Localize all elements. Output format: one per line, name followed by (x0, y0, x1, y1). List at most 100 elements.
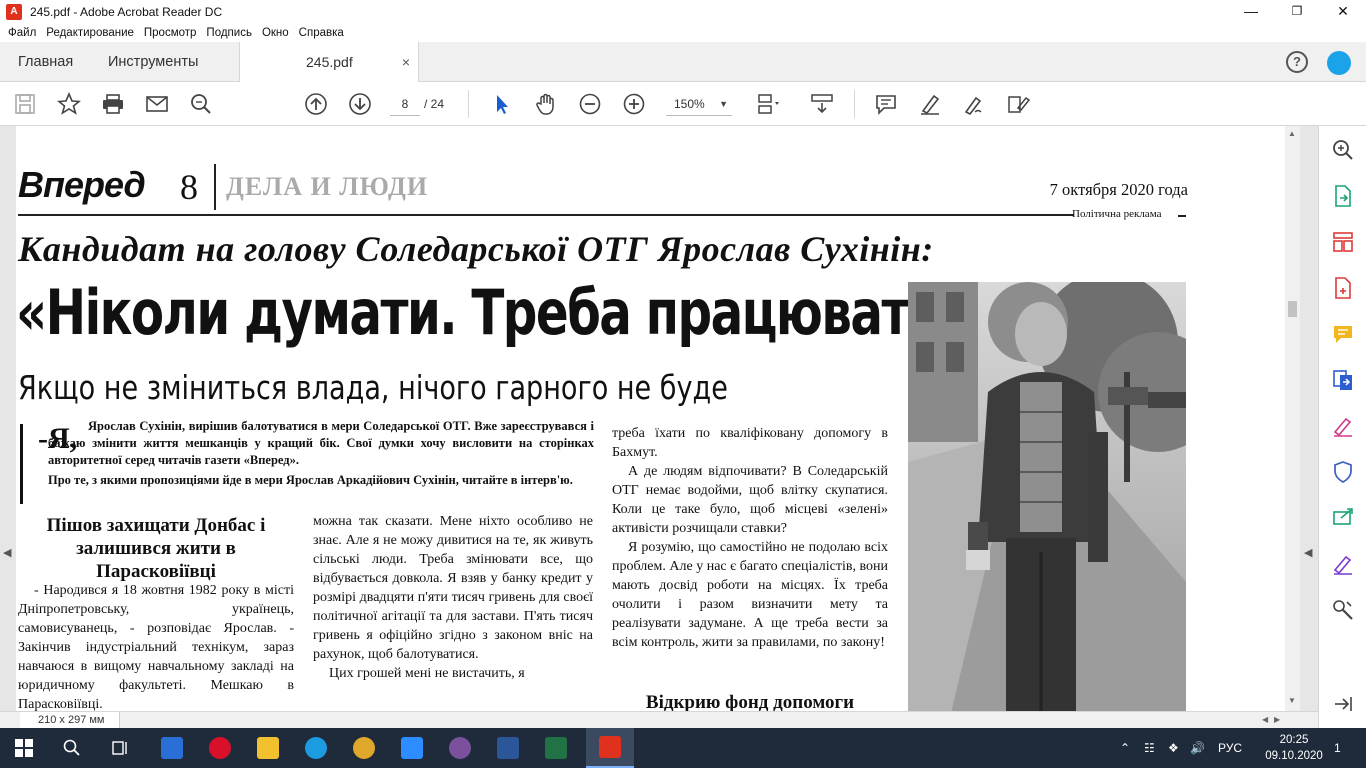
organize-pages-icon[interactable] (1331, 230, 1355, 254)
tools-pane (1318, 126, 1366, 731)
menu-edit[interactable]: Редактирование (46, 27, 134, 39)
fill-and-sign-icon[interactable] (1331, 414, 1355, 438)
close-tab-icon[interactable]: × (402, 42, 410, 82)
comment-panel-icon[interactable] (1331, 322, 1355, 346)
acrobat-taskbar-icon[interactable] (586, 728, 634, 768)
edge-icon[interactable] (292, 728, 340, 768)
previous-page-icon[interactable] (304, 92, 328, 116)
account-avatar[interactable] (1327, 51, 1351, 75)
clock-time: 20:25 (1279, 734, 1309, 746)
protect-shield-icon[interactable] (1331, 460, 1355, 484)
page-display-icon[interactable] (756, 92, 780, 116)
chevron-down-icon: ▼ (719, 99, 728, 109)
document-tab-label: 245.pdf (306, 54, 353, 70)
article-column-2: можна так сказати. Мене ніхто особливо н… (313, 512, 593, 683)
fill-sign-icon[interactable] (1006, 92, 1031, 116)
chrome-icon[interactable] (340, 728, 388, 768)
start-button[interactable] (0, 728, 48, 768)
search-taskbar-icon[interactable] (48, 728, 96, 768)
vertical-scrollbar[interactable]: ▲ ▼ (1285, 126, 1300, 711)
help-icon[interactable]: ? (1286, 51, 1308, 73)
save-icon[interactable] (13, 92, 37, 116)
page-number-input[interactable]: 8 (390, 92, 420, 116)
export-pdf-icon[interactable] (1331, 184, 1355, 208)
masthead-rule (18, 214, 1074, 216)
scroll-up-icon[interactable]: ▲ (1288, 129, 1296, 138)
file-explorer-icon[interactable] (244, 728, 292, 768)
show-hidden-icons-icon[interactable]: ⌃ (1120, 728, 1130, 768)
notifications-badge[interactable]: 1 (1334, 728, 1341, 768)
scrollbar-thumb[interactable] (1288, 301, 1297, 317)
pdf-page: Вперед 8 ДЕЛА И ЛЮДИ 7 октября 2020 года… (16, 126, 1286, 711)
network-icon[interactable]: ☷ (1144, 728, 1155, 768)
promo-dash (1178, 215, 1186, 217)
article-column-1: - Народився я 18 жовтня 1982 року в міст… (18, 581, 294, 711)
windows-taskbar: ⌃ ☷ ❖ 🔊 РУС 20:25 09.10.2020 1 (0, 728, 1366, 768)
close-button[interactable]: ✕ (1320, 0, 1366, 24)
request-signature-icon[interactable] (1331, 552, 1355, 576)
window-title: 245.pdf - Adobe Acrobat Reader DC (30, 5, 223, 19)
viber-icon[interactable] (436, 728, 484, 768)
zoom-out-icon[interactable] (578, 92, 602, 116)
menu-bar: Файл Редактирование Просмотр Подпись Окн… (0, 24, 1366, 42)
zoom-panel-icon[interactable] (1331, 138, 1355, 162)
menu-help[interactable]: Справка (299, 27, 344, 39)
search-icon[interactable] (189, 92, 213, 116)
dropbox-icon[interactable]: ❖ (1168, 728, 1179, 768)
lead-paragraph: Ярослав Сухінін, вирішив балотуватися в … (48, 419, 594, 467)
right-panel-toggle-icon[interactable]: ◀ (1304, 546, 1312, 559)
title-bar: A 245.pdf - Adobe Acrobat Reader DC — ❐ … (0, 0, 1366, 24)
toolbar-divider (854, 90, 855, 118)
zoom-value: 150% (674, 97, 705, 111)
left-panel-toggle-icon[interactable]: ◀ (3, 546, 11, 559)
language-indicator[interactable]: РУС (1218, 728, 1242, 768)
page-size-readout: 210 x 297 мм (20, 712, 120, 728)
sign-icon[interactable] (962, 92, 986, 116)
menu-file[interactable]: Файл (8, 27, 36, 39)
article-subhead: Якщо не зміниться влада, нічого гарного … (18, 368, 728, 407)
create-pdf-icon[interactable] (1331, 276, 1355, 300)
scroll-left-icon[interactable]: ◀ (1262, 712, 1268, 728)
column-3-paragraph-3: Я розумію, що самостійно не подолаю всіх… (612, 540, 888, 650)
combine-files-icon[interactable] (1331, 368, 1355, 392)
scroll-right-icon[interactable]: ▶ (1274, 712, 1280, 728)
highlight-pen-icon[interactable] (918, 92, 942, 116)
task-view-icon[interactable] (96, 728, 144, 768)
scroll-down-icon[interactable]: ▼ (1288, 696, 1296, 705)
candidate-photo (908, 282, 1186, 711)
volume-icon[interactable]: 🔊 (1190, 728, 1205, 768)
zoom-select[interactable]: 150% ▼ (666, 92, 732, 116)
next-page-icon[interactable] (348, 92, 372, 116)
lead-accent-bar (20, 424, 23, 504)
tab-home[interactable]: Главная (18, 42, 73, 82)
maximize-button[interactable]: ❐ (1274, 0, 1320, 24)
toolbar: 8 / 24 150% ▼ (0, 82, 1366, 126)
tab-document[interactable]: 245.pdf × (239, 42, 419, 83)
excel-icon[interactable] (532, 728, 580, 768)
menu-window[interactable]: Окно (262, 27, 289, 39)
opera-icon[interactable] (196, 728, 244, 768)
tab-tools[interactable]: Инструменты (108, 42, 198, 82)
collapse-pane-icon[interactable] (1331, 692, 1355, 716)
scroll-mode-icon[interactable] (810, 92, 834, 116)
hand-tool-icon[interactable] (534, 92, 558, 116)
zoom-in-icon[interactable] (622, 92, 646, 116)
menu-view[interactable]: Просмотр (144, 27, 197, 39)
zoom-icon[interactable] (388, 728, 436, 768)
email-icon[interactable] (145, 92, 169, 116)
word-icon[interactable] (484, 728, 532, 768)
store-icon[interactable] (148, 728, 196, 768)
windows-logo-icon (15, 739, 33, 757)
minimize-button[interactable]: — (1228, 0, 1274, 24)
column-2-paragraph-1: можна так сказати. Мене ніхто особливо н… (313, 514, 593, 662)
bookmark-star-icon[interactable] (56, 91, 82, 116)
select-cursor-icon[interactable] (490, 92, 514, 116)
more-tools-icon[interactable] (1331, 598, 1355, 622)
send-for-review-icon[interactable] (1331, 506, 1355, 530)
print-icon[interactable] (101, 92, 125, 116)
column-2-paragraph-2: Цих грошей мені не вистачить, я (329, 666, 525, 681)
comment-icon[interactable] (874, 92, 898, 116)
menu-sign[interactable]: Подпись (206, 27, 252, 39)
system-clock[interactable]: 20:25 09.10.2020 (1264, 732, 1324, 764)
document-viewer[interactable]: Вперед 8 ДЕЛА И ЛЮДИ 7 октября 2020 года… (0, 126, 1318, 711)
